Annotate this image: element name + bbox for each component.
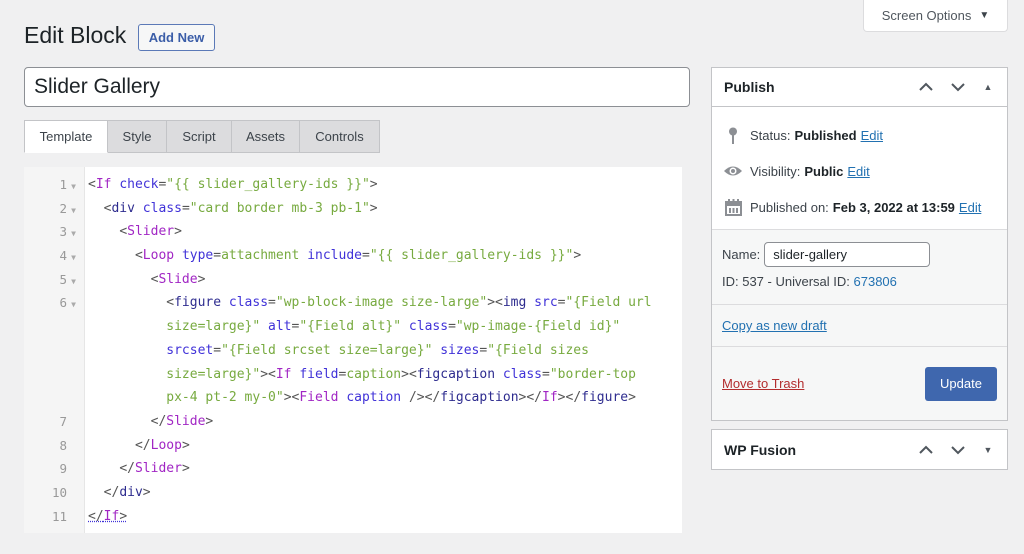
line-number: 1 ▼ — [24, 173, 84, 197]
page-title: Edit Block — [24, 22, 127, 48]
line-number: 5 ▼ — [24, 268, 84, 292]
publish-actions: Move to Trash Update — [712, 346, 1007, 420]
line-number — [24, 386, 84, 410]
code-line: <figure class="wp-block-image size-large… — [166, 295, 652, 311]
code-line: size=large}" alt="{Field alt}" class="wp… — [166, 319, 621, 335]
fold-arrow-icon[interactable]: ▼ — [70, 222, 76, 246]
block-title-input[interactable] — [24, 67, 690, 107]
universal-id: 673806 — [853, 274, 897, 289]
fold-arrow-icon[interactable]: ▼ — [70, 246, 76, 270]
line-number — [24, 339, 84, 363]
visibility-value: Public — [804, 163, 844, 179]
code-line: px-4 pt-2 my-0"><Field caption /></figca… — [166, 390, 636, 406]
calendar-icon — [722, 198, 744, 216]
line-number: 7 — [59, 413, 67, 429]
name-section: Name: ID: 537 - Universal ID: 673806 — [712, 229, 1007, 304]
code-line: <Slide> — [150, 271, 206, 287]
fold-arrow-icon[interactable]: ▼ — [70, 270, 76, 294]
published-on-value: Feb 3, 2022 at 13:59 — [832, 199, 955, 215]
tab-script[interactable]: Script — [167, 120, 232, 153]
publish-header: Publish ▲ — [712, 68, 1007, 107]
code-line: </Slider> — [119, 461, 190, 477]
screen-options-label: Screen Options — [881, 8, 972, 23]
add-new-button[interactable]: Add New — [138, 24, 215, 51]
wp-fusion-title: WP Fusion — [724, 441, 797, 458]
published-on-label: Published on: — [750, 199, 829, 215]
wp-fusion-box: WP Fusion ▼ — [711, 429, 1008, 470]
copy-as-draft-link[interactable]: Copy as new draft — [722, 318, 827, 333]
code-line: </div> — [103, 484, 151, 500]
line-number: 2 ▼ — [24, 197, 84, 221]
id-info: ID: 537 - Universal ID: 673806 — [722, 274, 997, 289]
fold-arrow-icon[interactable]: ▼ — [70, 175, 76, 199]
move-down-icon[interactable] — [949, 78, 967, 96]
status-row: Status: Published Edit — [722, 117, 997, 153]
fold-arrow-icon[interactable]: ▼ — [70, 199, 76, 223]
code-line: </Slide> — [150, 413, 214, 429]
code-editor[interactable]: 1 ▼ 2 ▼ 3 ▼ 4 ▼ 5 ▼ 6 ▼ 7 8 9 10 11 <If check="{{ slider… — [24, 167, 682, 533]
publish-box: Publish ▲ Status: Published Edit Visibil… — [711, 67, 1008, 421]
code-line: <Loop type=attachment include="{{ slider… — [134, 248, 582, 264]
code-line: </Loop> — [134, 437, 190, 453]
line-number — [24, 363, 84, 387]
move-up-icon[interactable] — [917, 441, 935, 459]
move-to-trash-link[interactable]: Move to Trash — [722, 376, 804, 391]
line-number: 3 ▼ — [24, 220, 84, 244]
line-number-gutter: 1 ▼ 2 ▼ 3 ▼ 4 ▼ 5 ▼ 6 ▼ 7 8 9 10 11 — [24, 167, 85, 533]
caret-down-icon: ▼ — [979, 10, 990, 21]
status-value: Published — [794, 127, 857, 143]
code-line: srcset="{Field srcset size=large}" sizes… — [166, 342, 589, 358]
line-number: 10 — [51, 484, 67, 500]
tab-template[interactable]: Template — [24, 120, 108, 153]
move-down-icon[interactable] — [949, 441, 967, 459]
tab-controls[interactable]: Controls — [300, 120, 380, 153]
line-number: 11 — [51, 508, 67, 524]
edit-visibility-link[interactable]: Edit — [847, 164, 869, 179]
code-line: <Slider> — [119, 224, 182, 240]
code-content[interactable]: <If check="{{ slider_gallery-ids }}"> <d… — [85, 167, 682, 533]
id-text: ID: 537 - Universal ID: — [722, 274, 850, 289]
expand-toggle-icon[interactable]: ▼ — [981, 445, 995, 455]
code-line: <div class="card border mb-3 pb-1"> — [103, 200, 378, 216]
line-number: 8 — [59, 437, 67, 453]
tab-assets[interactable]: Assets — [232, 120, 300, 153]
editor-tabs: Template Style Script Assets Controls — [24, 120, 380, 153]
line-number — [24, 315, 84, 339]
tab-style[interactable]: Style — [108, 120, 167, 153]
code-line: </If> — [88, 508, 128, 524]
edit-status-link[interactable]: Edit — [861, 128, 883, 143]
code-line: size=large}"><If field=caption><figcapti… — [166, 366, 636, 382]
visibility-label: Visibility: — [750, 163, 801, 179]
screen-options-button[interactable]: Screen Options ▼ — [863, 0, 1008, 32]
line-number: 9 — [59, 461, 67, 477]
pin-icon — [722, 127, 744, 144]
status-label: Status: — [750, 127, 791, 143]
edit-date-link[interactable]: Edit — [959, 200, 981, 215]
code-line: <If check="{{ slider_gallery-ids }}"> — [88, 177, 378, 192]
name-label: Name: — [722, 247, 761, 262]
published-on-row: Published on: Feb 3, 2022 at 13:59 Edit — [722, 189, 997, 225]
collapse-toggle-icon[interactable]: ▲ — [981, 82, 995, 92]
copy-section: Copy as new draft — [712, 304, 1007, 346]
wp-fusion-header[interactable]: WP Fusion ▼ — [712, 430, 1007, 469]
eye-icon — [722, 165, 744, 177]
update-button[interactable]: Update — [925, 366, 997, 401]
line-number: 4 ▼ — [24, 244, 84, 268]
move-up-icon[interactable] — [917, 78, 935, 96]
line-number: 6 ▼ — [24, 291, 84, 315]
fold-arrow-icon[interactable]: ▼ — [70, 293, 76, 317]
slug-input[interactable] — [764, 242, 931, 267]
publish-title: Publish — [724, 79, 775, 95]
visibility-row: Visibility: Public Edit — [722, 153, 997, 189]
